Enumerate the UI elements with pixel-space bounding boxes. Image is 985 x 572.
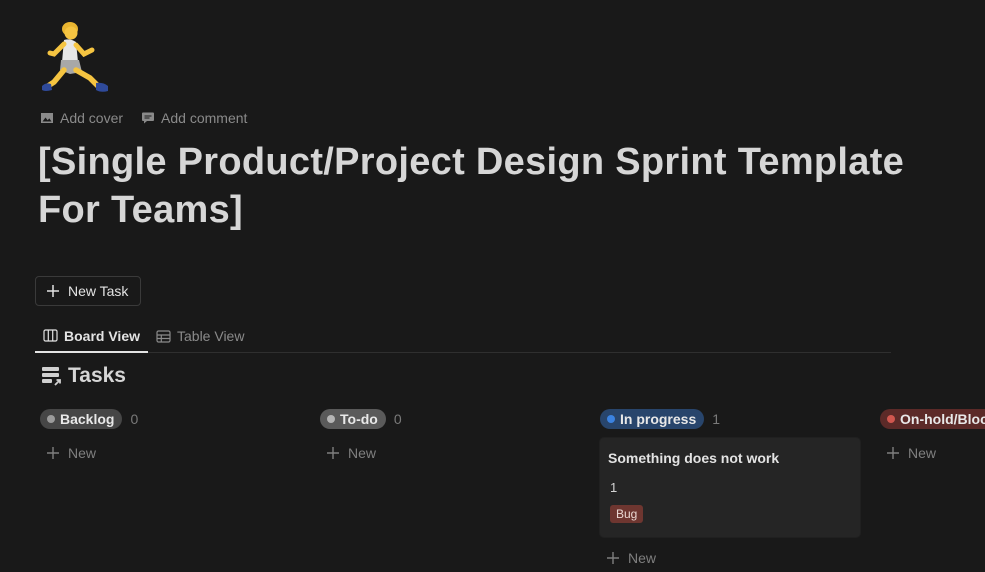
- status-label: To-do: [340, 411, 378, 427]
- status-label: Backlog: [60, 411, 115, 427]
- tab-board-view-label: Board View: [64, 327, 140, 344]
- new-card-button[interactable]: New: [600, 544, 860, 572]
- notion-page: Add cover Add comment [Single Product/Pr…: [0, 0, 985, 572]
- plus-icon: [607, 552, 619, 564]
- status-pill-in-progress[interactable]: In progress: [600, 409, 705, 429]
- page-title[interactable]: [Single Product/Project Design Sprint Te…: [38, 138, 938, 234]
- status-dot: [47, 415, 55, 423]
- plus-icon: [887, 447, 899, 459]
- board-column-in-progress: In progress 1 Something does not work 1 …: [600, 408, 860, 572]
- new-card-label: New: [68, 445, 97, 461]
- new-card-button[interactable]: New: [320, 439, 580, 467]
- new-card-button[interactable]: New: [880, 439, 985, 467]
- task-card[interactable]: Something does not work 1 Bug: [600, 438, 860, 537]
- person-running-icon[interactable]: [40, 20, 112, 100]
- add-comment-label: Add comment: [161, 110, 248, 126]
- board: Backlog 0 New To-do 0 New In progress 1 …: [40, 408, 985, 572]
- database-title[interactable]: Tasks: [40, 364, 126, 388]
- status-dot: [607, 415, 615, 423]
- status-label: In progress: [620, 411, 697, 427]
- card-number: 1: [610, 480, 618, 495]
- board-icon: [43, 329, 58, 342]
- status-pill-on-hold[interactable]: On-hold/Blocked: [880, 409, 985, 429]
- column-header: To-do 0: [320, 408, 580, 430]
- new-card-label: New: [908, 445, 937, 461]
- card-tag: Bug: [610, 505, 644, 523]
- status-label: On-hold/Blocked: [900, 411, 985, 427]
- column-count: 1: [712, 411, 721, 427]
- table-icon: [156, 329, 171, 343]
- plus-icon: [327, 447, 339, 459]
- add-cover-label: Add cover: [60, 110, 124, 126]
- status-pill-todo[interactable]: To-do: [320, 409, 386, 429]
- card-title: Something does not work: [608, 450, 780, 466]
- add-comment-button[interactable]: Add comment: [141, 110, 247, 126]
- column-header: On-hold/Blocked: [880, 408, 985, 430]
- new-card-button[interactable]: New: [40, 439, 300, 467]
- add-cover-button[interactable]: Add cover: [40, 110, 123, 126]
- new-task-button[interactable]: New Task: [35, 276, 142, 306]
- status-pill-backlog[interactable]: Backlog: [40, 409, 123, 429]
- tab-table-view[interactable]: Table View: [148, 320, 252, 352]
- new-card-label: New: [348, 445, 377, 461]
- tab-table-view-label: Table View: [177, 328, 245, 344]
- view-tabs: Board View Table View: [35, 320, 891, 353]
- board-column-backlog: Backlog 0 New: [40, 408, 300, 467]
- database-title-label: Tasks: [68, 364, 126, 387]
- plus-icon: [47, 447, 59, 459]
- new-card-label: New: [628, 550, 657, 566]
- status-dot: [887, 415, 895, 423]
- column-header: In progress 1: [600, 408, 860, 430]
- tab-board-view[interactable]: Board View: [35, 320, 148, 353]
- new-task-label: New Task: [68, 283, 129, 299]
- tasks-database-icon: [42, 367, 61, 386]
- column-header: Backlog 0: [40, 408, 300, 430]
- plus-icon: [47, 285, 59, 297]
- column-count: 0: [393, 411, 402, 427]
- board-column-on-hold: On-hold/Blocked New: [880, 408, 985, 467]
- comment-icon: [142, 112, 155, 124]
- column-count: 0: [130, 411, 139, 427]
- image-icon: [41, 113, 53, 123]
- board-column-todo: To-do 0 New: [320, 408, 580, 467]
- status-dot: [327, 415, 335, 423]
- page-actions: Add cover Add comment: [40, 110, 247, 126]
